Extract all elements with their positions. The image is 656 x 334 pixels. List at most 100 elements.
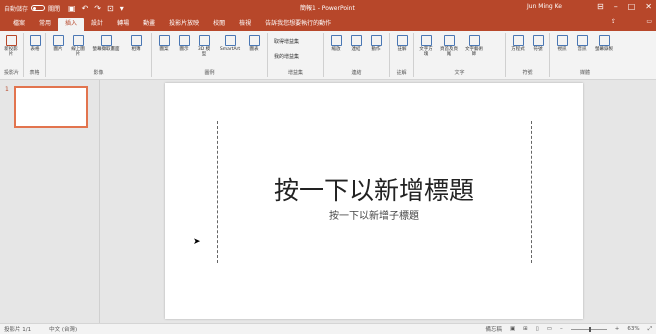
autosave-label: 自動儲存 xyxy=(4,5,29,13)
save-icon[interactable]: ▣ xyxy=(68,4,76,13)
tab-slideshow[interactable]: 投影片放映 xyxy=(162,18,206,31)
textbox-button[interactable]: 文字方塊 xyxy=(418,35,434,57)
slide-number: 1 xyxy=(5,86,9,93)
zoom-button[interactable]: 縮放 xyxy=(328,35,344,52)
new-slide-icon xyxy=(5,35,17,46)
online-pictures-button[interactable]: 線上圖片 xyxy=(70,35,86,57)
icons-icon xyxy=(178,35,190,46)
group-illustrations: 圖案 圖示 3D 模型 SmartArt 圖表 圖例 xyxy=(152,33,268,77)
shapes-icon xyxy=(158,35,170,46)
zoom-in-icon[interactable]: + xyxy=(615,326,620,332)
screenshot-icon xyxy=(100,35,112,46)
zoom-level[interactable]: 63% xyxy=(627,326,639,332)
comment-button[interactable]: 註解 xyxy=(394,35,410,52)
smartart-button[interactable]: SmartArt xyxy=(218,35,242,52)
share-icon[interactable]: ⇪ xyxy=(611,18,616,25)
header-footer-button[interactable]: 頁首及頁尾 xyxy=(438,35,460,57)
table-button[interactable]: 表格 xyxy=(27,35,43,52)
screen-recording-button[interactable]: 螢幕錄製 xyxy=(594,35,614,52)
comments-icon[interactable]: ▭ xyxy=(646,18,652,25)
language-indicator[interactable]: 中文 (台灣) xyxy=(49,325,77,333)
tab-view[interactable]: 檢視 xyxy=(232,18,258,31)
ribbon-insert: 新投影片 投影片 表格 表格 圖片 線上圖片 螢幕擷取畫面 相簿 影像 圖案 圖… xyxy=(0,31,656,80)
maximize-icon[interactable]: □ xyxy=(628,2,636,11)
new-slide-button[interactable]: 新投影片 xyxy=(3,35,19,57)
present-icon[interactable]: ⊡ xyxy=(107,4,114,13)
notes-button[interactable]: 備忘稿 xyxy=(485,325,502,333)
tab-design[interactable]: 設計 xyxy=(84,18,110,31)
user-name[interactable]: Jun Ming Ke xyxy=(527,3,562,10)
slide-thumbnail[interactable] xyxy=(14,86,88,128)
photo-album-button[interactable]: 相簿 xyxy=(128,35,144,52)
shapes-button[interactable]: 圖案 xyxy=(156,35,172,52)
group-tables: 表格 表格 xyxy=(24,33,46,77)
fit-slide-icon[interactable]: ⤢ xyxy=(648,326,652,333)
status-bar: 投影片 1/1 中文 (台灣) 備忘稿 ▣ ⊞ ▯ ▭ – + 63% ⤢ xyxy=(0,323,656,334)
title-placeholder[interactable]: 按一下以新增標題 xyxy=(165,171,583,207)
tab-file[interactable]: 檔案 xyxy=(6,18,32,31)
chart-button[interactable]: 圖表 xyxy=(246,35,262,52)
screen-recording-icon xyxy=(598,35,610,46)
video-button[interactable]: 視訊 xyxy=(554,35,570,52)
smartart-icon xyxy=(224,35,236,46)
screenshot-button[interactable]: 螢幕擷取畫面 xyxy=(92,35,120,52)
ribbon-tabs: 檔案 常用 插入 設計 轉場 動畫 投影片放映 校閱 檢視 告訴我您想要執行的動… xyxy=(0,16,656,31)
action-button[interactable]: 動作 xyxy=(368,35,384,52)
symbol-button[interactable]: 符號 xyxy=(530,35,546,52)
3d-models-button[interactable]: 3D 模型 xyxy=(196,35,212,57)
customize-icon[interactable]: ▾ xyxy=(120,4,124,13)
pi-icon xyxy=(512,35,524,46)
get-addins-button[interactable]: 取得增益集 xyxy=(274,38,299,45)
tab-review[interactable]: 校閱 xyxy=(206,18,232,31)
textbox-icon xyxy=(420,35,432,46)
subtitle-placeholder[interactable]: 按一下以新增子標題 xyxy=(165,207,583,222)
group-text: 文字方塊 頁首及頁尾 文字藝術師 文字 xyxy=(414,33,506,77)
action-icon xyxy=(370,35,382,46)
tab-transitions[interactable]: 轉場 xyxy=(110,18,136,31)
group-comments: 註解 註解 xyxy=(390,33,414,77)
normal-view-icon[interactable]: ▣ xyxy=(510,326,515,332)
equation-button[interactable]: 方程式 xyxy=(510,35,526,52)
group-addins: 取得增益集 我的增益集 增益集 xyxy=(268,33,324,77)
zoom-icon xyxy=(330,35,342,46)
cube-icon xyxy=(198,35,210,46)
reading-view-icon[interactable]: ▯ xyxy=(536,326,539,332)
zoom-slider[interactable] xyxy=(570,326,607,332)
chart-icon xyxy=(248,35,260,46)
close-icon[interactable]: ✕ xyxy=(645,2,652,11)
autosave-toggle[interactable] xyxy=(31,5,46,11)
ribbon-options-icon[interactable]: ⊟ xyxy=(597,2,604,11)
tab-home[interactable]: 常用 xyxy=(32,18,58,31)
group-images: 圖片 線上圖片 螢幕擷取畫面 相簿 影像 xyxy=(46,33,152,77)
group-media: 視訊 音訊 螢幕錄製 媒體 xyxy=(550,33,620,77)
zoom-out-icon[interactable]: – xyxy=(560,326,563,332)
slideshow-icon[interactable]: ▭ xyxy=(547,326,552,332)
album-icon xyxy=(130,35,142,46)
group-symbols: 方程式 符號 符號 xyxy=(506,33,550,77)
audio-button[interactable]: 音訊 xyxy=(574,35,590,52)
icons-button[interactable]: 圖示 xyxy=(176,35,192,52)
tab-animations[interactable]: 動畫 xyxy=(136,18,162,31)
link-button[interactable]: 連結 xyxy=(348,35,364,52)
slide-thumbnails-panel: 1 xyxy=(0,80,100,323)
omega-icon xyxy=(532,35,544,46)
minimize-icon[interactable]: – xyxy=(614,2,618,11)
audio-icon xyxy=(576,35,588,46)
quick-access-toolbar: ▣ ↶ ↷ ⊡ ▾ xyxy=(68,4,124,13)
slide-position: 投影片 1/1 xyxy=(4,327,32,333)
tell-me-search[interactable]: 告訴我您想要執行的動作 xyxy=(258,18,338,31)
slide-canvas[interactable]: 按一下以新增標題 按一下以新增子標題 xyxy=(165,83,583,319)
tab-insert[interactable]: 插入 xyxy=(58,18,85,31)
link-icon xyxy=(350,35,362,46)
video-icon xyxy=(556,35,568,46)
table-icon xyxy=(29,35,41,46)
redo-icon[interactable]: ↷ xyxy=(94,4,101,13)
online-picture-icon xyxy=(72,35,84,46)
sorter-view-icon[interactable]: ⊞ xyxy=(523,326,528,332)
wordart-icon xyxy=(468,35,480,46)
title-bar: 自動儲存 關閉 ▣ ↶ ↷ ⊡ ▾ 簡報1 - PowerPoint Jun M… xyxy=(0,0,656,16)
undo-icon[interactable]: ↶ xyxy=(82,4,89,13)
wordart-button[interactable]: 文字藝術師 xyxy=(464,35,484,57)
pictures-button[interactable]: 圖片 xyxy=(50,35,66,52)
my-addins-button[interactable]: 我的增益集 xyxy=(274,53,299,60)
